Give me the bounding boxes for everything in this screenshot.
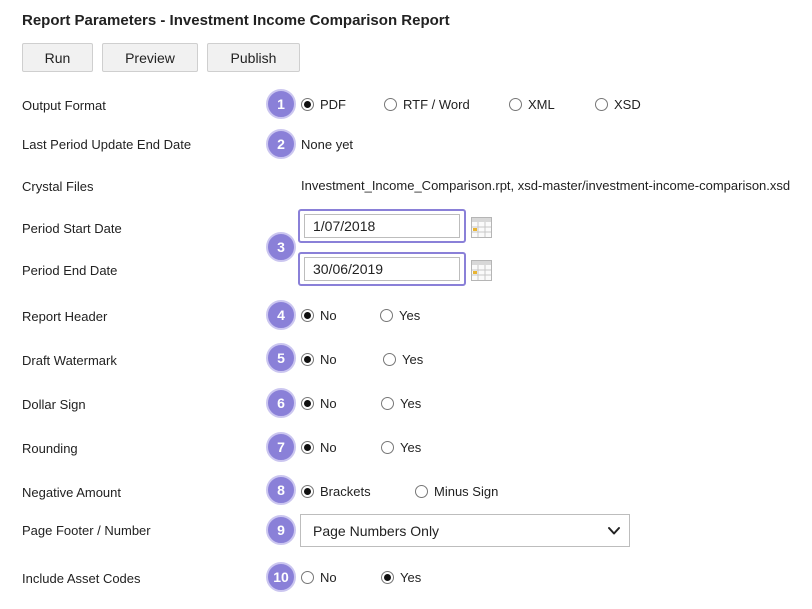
step-badge-6: 6: [266, 388, 296, 418]
radio-circle[interactable]: [380, 309, 393, 322]
report-header-label: Report Header: [22, 309, 108, 324]
step-badge-8: 8: [266, 475, 296, 505]
step-badge-3: 3: [266, 232, 296, 262]
radio-label: No: [320, 308, 337, 323]
asset-codes-radio-no[interactable]: No: [301, 570, 337, 585]
step-badge-10: 10: [266, 562, 296, 592]
page-footer-selected-value: Page Numbers Only: [313, 523, 440, 539]
step-badge-5: 5: [266, 343, 296, 373]
radio-label: RTF / Word: [403, 97, 470, 112]
asset-codes-label: Include Asset Codes: [22, 571, 141, 586]
radio-circle[interactable]: [301, 397, 314, 410]
crystal-files-value: Investment_Income_Comparison.rpt, xsd-ma…: [301, 178, 791, 193]
negative-amount-radio-minus-sign[interactable]: Minus Sign: [415, 484, 498, 499]
asset-codes-radio-yes[interactable]: Yes: [381, 570, 421, 585]
output-format-radio-xsd[interactable]: XSD: [595, 97, 641, 112]
step-badge-4: 4: [266, 300, 296, 330]
rounding-radio-no[interactable]: No: [301, 440, 337, 455]
report-header-radio-no[interactable]: No: [301, 308, 337, 323]
period-end-label: Period End Date: [22, 263, 118, 278]
dollar-sign-radio-no[interactable]: No: [301, 396, 337, 411]
report-header-radio-yes[interactable]: Yes: [380, 308, 420, 323]
draft-watermark-label: Draft Watermark: [22, 353, 117, 368]
publish-button[interactable]: Publish: [207, 43, 300, 72]
crystal-files-label: Crystal Files: [22, 179, 94, 194]
radio-circle[interactable]: [381, 441, 394, 454]
output-format-radio-pdf[interactable]: PDF: [301, 97, 346, 112]
step-badge-9: 9: [266, 515, 296, 545]
radio-label: Yes: [402, 352, 424, 367]
radio-label: XML: [528, 97, 555, 112]
step-badge-7: 7: [266, 432, 296, 462]
step-badge-1: 1: [266, 89, 296, 119]
radio-label: Yes: [400, 396, 422, 411]
page-footer-select[interactable]: Page Numbers Only: [300, 514, 630, 547]
rounding-radio-yes[interactable]: Yes: [381, 440, 421, 455]
dollar-sign-radio-yes[interactable]: Yes: [381, 396, 421, 411]
negative-amount-label: Negative Amount: [22, 485, 122, 500]
last-period-label: Last Period Update End Date: [22, 137, 192, 152]
radio-circle[interactable]: [415, 485, 428, 498]
radio-circle[interactable]: [595, 98, 608, 111]
run-button[interactable]: Run: [22, 43, 93, 72]
radio-circle[interactable]: [301, 571, 314, 584]
period-start-input[interactable]: [304, 214, 460, 238]
rounding-label: Rounding: [22, 441, 78, 456]
period-start-label: Period Start Date: [22, 221, 122, 236]
draft-watermark-radio-yes[interactable]: Yes: [383, 352, 423, 367]
radio-label: Yes: [400, 440, 422, 455]
radio-label: Brackets: [320, 484, 371, 499]
radio-circle[interactable]: [381, 397, 394, 410]
preview-button[interactable]: Preview: [102, 43, 198, 72]
output-format-radio-rtf[interactable]: RTF / Word: [384, 97, 470, 112]
page-title: Report Parameters - Investment Income Co…: [22, 12, 450, 29]
step-badge-2: 2: [266, 129, 296, 159]
page-footer-label: Page Footer / Number: [22, 523, 151, 538]
negative-amount-radio-brackets[interactable]: Brackets: [301, 484, 371, 499]
radio-circle[interactable]: [381, 571, 394, 584]
radio-circle[interactable]: [301, 353, 314, 366]
radio-label: No: [320, 440, 337, 455]
radio-circle[interactable]: [384, 98, 397, 111]
radio-circle[interactable]: [301, 441, 314, 454]
radio-circle[interactable]: [301, 309, 314, 322]
radio-label: XSD: [614, 97, 641, 112]
radio-label: Minus Sign: [434, 484, 499, 499]
calendar-icon[interactable]: [471, 260, 492, 281]
dollar-sign-label: Dollar Sign: [22, 397, 86, 412]
radio-circle[interactable]: [509, 98, 522, 111]
output-format-label: Output Format: [22, 98, 106, 113]
output-format-radio-xml[interactable]: XML: [509, 97, 555, 112]
period-start-highlight: [298, 209, 466, 243]
radio-label: No: [320, 396, 337, 411]
period-end-input[interactable]: [304, 257, 460, 281]
radio-label: Yes: [400, 570, 422, 585]
radio-circle[interactable]: [301, 98, 314, 111]
last-period-value: None yet: [301, 137, 354, 152]
radio-label: No: [320, 352, 337, 367]
calendar-icon[interactable]: [471, 217, 492, 238]
radio-label: PDF: [320, 97, 346, 112]
radio-circle[interactable]: [383, 353, 396, 366]
draft-watermark-radio-no[interactable]: No: [301, 352, 337, 367]
radio-circle[interactable]: [301, 485, 314, 498]
radio-label: Yes: [399, 308, 421, 323]
chevron-down-icon: [608, 527, 620, 535]
period-end-highlight: [298, 252, 466, 286]
radio-label: No: [320, 570, 337, 585]
